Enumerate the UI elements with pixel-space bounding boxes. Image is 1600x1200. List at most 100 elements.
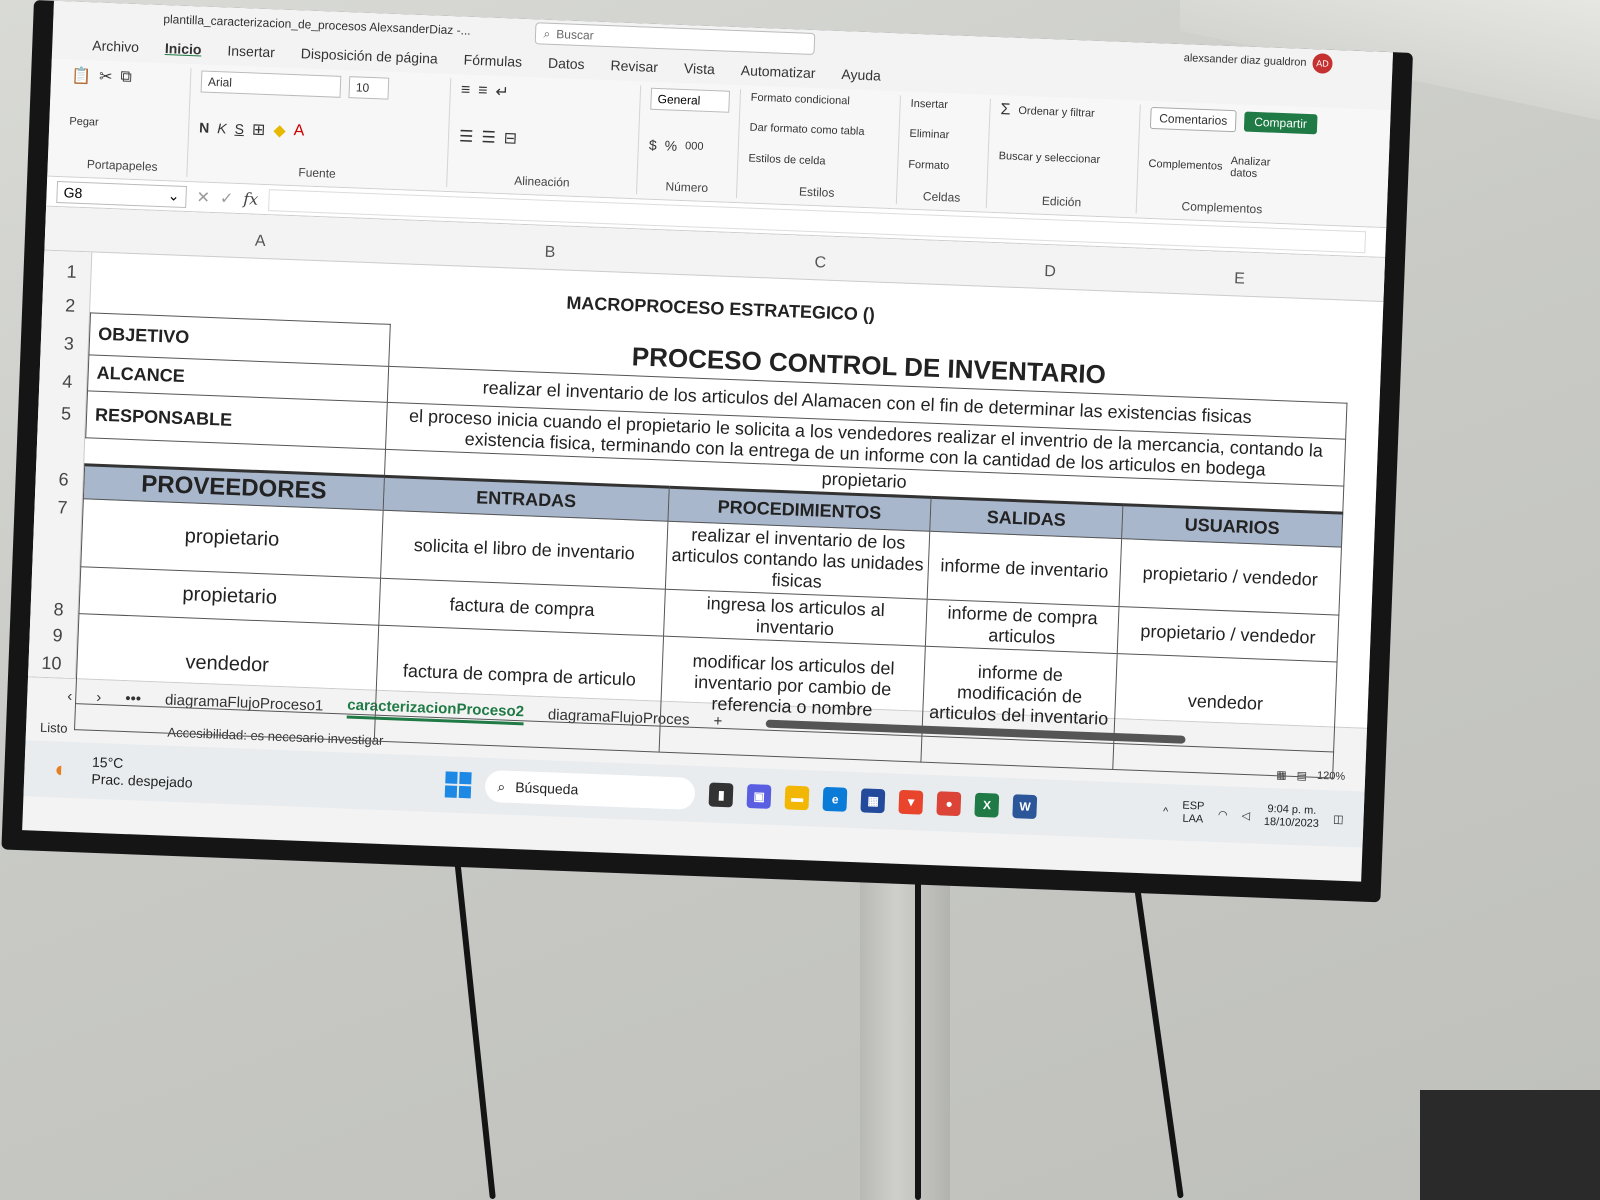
paste-button[interactable]: Pegar <box>69 115 178 131</box>
wifi-icon[interactable]: ◠ <box>1218 808 1228 821</box>
row-header-7[interactable]: 7 <box>57 497 68 518</box>
table-cell[interactable]: factura de compra de articulo <box>375 625 664 727</box>
align-middle-icon[interactable]: ≡ <box>478 82 488 100</box>
cell-styles-button[interactable]: Estilos de celda <box>748 152 887 169</box>
analyze-data-button[interactable]: Analizar datos <box>1230 155 1299 182</box>
table-cell[interactable]: propietario / vendedor <box>1117 606 1339 663</box>
tab-revisar[interactable]: Revisar <box>610 57 658 75</box>
prev-sheet-icon[interactable]: ‹ <box>67 688 73 705</box>
teams-icon[interactable]: ▣ <box>746 783 772 809</box>
row-header-2[interactable]: 2 <box>65 295 76 316</box>
start-button[interactable] <box>444 771 472 799</box>
tab-disposicion[interactable]: Disposición de página <box>301 45 438 66</box>
currency-button[interactable]: $ <box>649 136 657 152</box>
col-header-c[interactable]: C <box>814 254 826 272</box>
copy-icon[interactable]: ⧉ <box>120 68 132 86</box>
task-view-icon[interactable]: ▮ <box>708 782 734 808</box>
fill-color-icon[interactable]: ◆ <box>273 120 286 140</box>
find-select-button[interactable]: Buscar y seleccionar <box>999 150 1128 167</box>
table-cell[interactable]: informe de inventario <box>927 531 1122 607</box>
name-box[interactable]: G8 ⌄ <box>56 180 187 208</box>
row-header-9[interactable]: 9 <box>52 625 63 646</box>
align-left-icon[interactable]: ☰ <box>459 126 474 147</box>
taskbar-search[interactable]: ⌕ Búsqueda <box>484 769 696 810</box>
table-cell[interactable]: solicita el libro de inventario <box>380 510 668 590</box>
row-header-3[interactable]: 3 <box>63 333 74 354</box>
row-header-1[interactable]: 1 <box>66 261 77 282</box>
tab-inicio[interactable]: Inicio <box>165 40 202 57</box>
clock[interactable]: 9:04 p. m. 18/10/2023 <box>1264 803 1320 831</box>
col-header-d[interactable]: D <box>1044 263 1056 281</box>
tab-archivo[interactable]: Archivo <box>92 37 139 55</box>
table-cell[interactable]: vendedor <box>1113 653 1338 752</box>
format-button[interactable]: Formato <box>908 158 977 173</box>
thousands-button[interactable]: 000 <box>685 140 704 153</box>
chevron-up-icon[interactable]: ^ <box>1163 806 1169 818</box>
table-cell[interactable]: propietario <box>80 498 384 579</box>
font-size-select[interactable]: 10 <box>348 76 390 100</box>
chrome-icon[interactable]: ● <box>936 791 962 817</box>
insert-function-button[interactable]: fx <box>243 189 259 209</box>
store-icon[interactable]: ▦ <box>860 788 886 814</box>
row-header-8[interactable]: 8 <box>53 599 64 620</box>
volume-icon[interactable]: ◁ <box>1241 808 1250 821</box>
table-cell[interactable]: informe de compra articulos <box>925 599 1120 654</box>
cancel-icon[interactable]: ✕ <box>196 187 210 207</box>
conditional-format-button[interactable]: Formato condicional <box>751 92 890 109</box>
cut-icon[interactable]: ✂ <box>99 67 113 87</box>
insert-button[interactable]: Insertar <box>910 98 979 113</box>
language-indicator[interactable]: ESP LAA <box>1182 800 1204 827</box>
paste-icon[interactable]: 📋 <box>71 65 92 86</box>
italic-button[interactable]: K <box>217 120 227 136</box>
enter-icon[interactable]: ✓ <box>220 188 234 208</box>
table-cell[interactable]: realizar el inventario de los articulos … <box>665 521 930 600</box>
brave-icon[interactable]: ▼ <box>898 789 924 815</box>
delete-button[interactable]: Eliminar <box>909 128 978 143</box>
merge-icon[interactable]: ⊟ <box>503 128 517 148</box>
row-header-4[interactable]: 4 <box>62 371 73 392</box>
percent-button[interactable]: % <box>664 137 677 153</box>
excel-icon[interactable]: X <box>974 792 1000 818</box>
table-cell[interactable]: modificar los articulos del inventario p… <box>660 636 926 737</box>
tab-ayuda[interactable]: Ayuda <box>841 66 881 84</box>
align-top-icon[interactable]: ≡ <box>460 81 471 99</box>
table-cell[interactable]: propietario / vendedor <box>1119 538 1342 616</box>
word-icon[interactable]: W <box>1012 794 1038 820</box>
comments-button[interactable]: Comentarios <box>1149 106 1237 133</box>
complements-button[interactable]: Complementos <box>1148 157 1222 172</box>
weather-widget[interactable]: 15°C Prac. despejado <box>91 754 432 801</box>
user-account[interactable]: alexsander diaz gualdron AD <box>1183 48 1333 74</box>
tab-insertar[interactable]: Insertar <box>227 42 275 60</box>
col-header-b[interactable]: B <box>544 244 555 262</box>
bold-button[interactable]: N <box>199 119 210 135</box>
borders-icon[interactable]: ⊞ <box>252 119 266 139</box>
tab-datos[interactable]: Datos <box>548 55 585 72</box>
align-center-icon[interactable]: ☰ <box>481 127 496 148</box>
font-color-icon[interactable]: A <box>293 122 304 140</box>
edge-icon[interactable]: e <box>822 786 848 812</box>
row-header-10[interactable]: 10 <box>41 653 62 675</box>
number-format-select[interactable]: General <box>650 87 731 113</box>
group-editing: Σ Ordenar y filtrar Buscar y seleccionar… <box>986 98 1141 214</box>
table-cell[interactable]: vendedor <box>75 613 379 716</box>
wrap-text-icon[interactable]: ↵ <box>495 82 509 102</box>
autosum-icon[interactable]: Σ <box>1000 101 1011 119</box>
worksheet-grid[interactable]: A B C D E 1 2 3 4 5 6 7 8 9 10 MACROPROC… <box>28 206 1386 778</box>
notification-icon[interactable]: ◫ <box>1333 812 1344 825</box>
col-header-a[interactable]: A <box>255 233 266 251</box>
group-alignment: ≡ ≡ ↵ ☰ ☰ ⊟ Alineación <box>447 78 642 195</box>
sort-filter-button[interactable]: Ordenar y filtrar <box>1018 105 1095 120</box>
tab-vista[interactable]: Vista <box>684 60 715 77</box>
group-font: Arial 10 N K S ⊞ ◆ A Fuente <box>187 68 452 187</box>
row-header-5[interactable]: 5 <box>61 403 72 424</box>
file-explorer-icon[interactable]: ▬ <box>784 785 810 811</box>
share-button[interactable]: Compartir <box>1243 111 1318 135</box>
row-header-6[interactable]: 6 <box>58 469 69 490</box>
tab-automatizar[interactable]: Automatizar <box>741 62 816 81</box>
underline-button[interactable]: S <box>234 120 244 136</box>
font-name-select[interactable]: Arial <box>200 70 342 98</box>
tab-formulas[interactable]: Fórmulas <box>463 52 522 70</box>
table-cell[interactable]: informe de modificación de articulos del… <box>921 646 1118 744</box>
col-header-e[interactable]: E <box>1234 270 1245 288</box>
format-as-table-button[interactable]: Dar formato como tabla <box>749 122 888 139</box>
